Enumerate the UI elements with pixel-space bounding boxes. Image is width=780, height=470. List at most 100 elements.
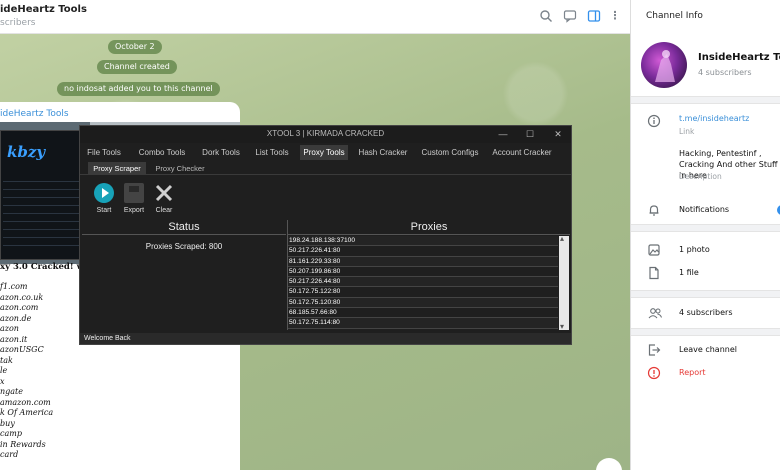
thumbnail-row (3, 183, 89, 190)
chat-subtitle: scribers (0, 18, 36, 28)
date-pill: October 2 (108, 40, 162, 54)
scroll-down-button[interactable] (596, 458, 622, 470)
save-icon (124, 183, 144, 203)
message-line: le (0, 366, 8, 375)
xtool-tabs: File Tools Combo Tools Dork Tools List T… (80, 145, 571, 160)
service-message-added: no indosat added you to this channel (57, 82, 220, 96)
image-logo: kbzy (7, 143, 46, 161)
proxies-scraped-count: Proxies Scraped: 800 (145, 242, 223, 251)
message-line: buy (0, 418, 15, 428)
thumbnail-row (3, 207, 89, 214)
maximize-button[interactable]: ☐ (523, 128, 537, 141)
more-icon[interactable]: ⋮ (608, 9, 622, 23)
thumbnail-row (3, 231, 89, 238)
tab-account-cracker[interactable]: Account Cracker (490, 145, 554, 160)
minimize-button[interactable]: — (496, 128, 510, 141)
thumbnail-row (3, 239, 89, 246)
message-line: ngate (0, 387, 23, 396)
clear-button[interactable]: Clear (150, 183, 178, 217)
link-label: Link (679, 127, 695, 136)
message-line: card (0, 450, 19, 459)
channel-avatar[interactable] (641, 42, 687, 88)
message-line: x (0, 376, 5, 386)
channel-info-panel: Channel Info InsideHeartz Tools 4 subscr… (630, 0, 780, 470)
report-button[interactable]: Report (679, 368, 706, 377)
report-icon (647, 366, 661, 383)
comments-icon[interactable] (563, 9, 577, 23)
proxy-row[interactable]: 68.185.57.66:80 (288, 308, 558, 319)
proxy-row[interactable]: 81.161.229.33:80 (288, 256, 558, 267)
status-panel: Status Proxies Scraped: 800 (82, 220, 286, 330)
leave-channel-button[interactable]: Leave channel (679, 345, 737, 354)
proxies-scrollbar[interactable] (559, 234, 569, 331)
xtool-titlebar[interactable]: XTOOL 3 | KIRMADA CRACKED — ☐ ✕ (80, 126, 571, 143)
message-line: tak (0, 355, 13, 365)
thumbnail-row (3, 215, 89, 222)
divider (631, 96, 780, 104)
message-author[interactable]: ideHeartz Tools (0, 109, 69, 119)
proxy-row[interactable]: 50.172.75.114:80 (288, 318, 558, 329)
message-line: k Of America (0, 408, 54, 417)
start-button[interactable]: Start (90, 183, 118, 217)
message-line: camp (0, 429, 22, 438)
photos-count[interactable]: 1 photo (679, 245, 710, 254)
proxy-row[interactable]: 50.217.226.41:80 (288, 246, 558, 257)
leave-icon (647, 343, 661, 360)
notifications-label[interactable]: Notifications (679, 205, 729, 214)
subtab-proxy-checker[interactable]: Proxy Checker (150, 162, 210, 175)
channel-name: InsideHeartz Tools (698, 52, 780, 63)
channel-subscriber-count: 4 subscribers (698, 68, 752, 77)
channel-link[interactable]: t.me/insideheartz (679, 114, 749, 123)
proxies-header: Proxies (288, 220, 570, 235)
files-count[interactable]: 1 file (679, 268, 699, 277)
clear-x-icon (154, 183, 174, 203)
message-line: azonUSGC (0, 345, 44, 354)
xtool-window[interactable]: XTOOL 3 | KIRMADA CRACKED — ☐ ✕ File Too… (79, 125, 572, 345)
divider (631, 290, 780, 298)
subscribers-count[interactable]: 4 subscribers (679, 308, 732, 317)
info-icon (647, 114, 661, 131)
message-line: amazon.com (0, 397, 51, 407)
channel-info-title: Channel Info (646, 11, 703, 21)
proxy-row[interactable]: 50.172.75.122:80 (288, 287, 558, 298)
xtool-subtabs: Proxy Scraper Proxy Checker (80, 161, 571, 175)
proxy-row[interactable]: 50.217.226.44:80 (288, 277, 558, 288)
description-label: Description (679, 172, 722, 181)
export-button[interactable]: Export (120, 183, 148, 217)
thumbnail-row (3, 223, 89, 230)
divider (631, 224, 780, 232)
tab-custom-configs[interactable]: Custom Configs (420, 145, 480, 160)
search-icon[interactable] (539, 9, 553, 23)
chat-title[interactable]: ideHeartz Tools (0, 4, 87, 15)
chat-header[interactable]: ideHeartz Tools scribers ⋮ (0, 0, 630, 34)
file-icon (647, 266, 661, 283)
proxies-list[interactable]: 198.24.188.138:37100 50.217.226.41:80 81.1… (288, 236, 558, 330)
tab-combo-tools[interactable]: Combo Tools (136, 145, 188, 160)
thumbnail-row (3, 175, 89, 182)
close-button[interactable]: ✕ (551, 128, 565, 141)
thumbnail-row (3, 199, 89, 206)
tab-hash-cracker[interactable]: Hash Cracker (356, 145, 410, 160)
proxies-panel: Proxies 198.24.188.138:37100 50.217.226.4… (287, 220, 570, 331)
tab-file-tools[interactable]: File Tools (84, 145, 124, 160)
clear-label: Clear (155, 207, 173, 214)
proxy-row[interactable]: 50.172.75.120:80 (288, 297, 558, 309)
play-icon (94, 183, 114, 203)
message-line: in Rewards (0, 439, 46, 449)
photo-icon (647, 243, 661, 260)
divider (631, 328, 780, 336)
bell-icon (647, 203, 661, 220)
subtab-proxy-scraper[interactable]: Proxy Scraper (88, 162, 146, 175)
tab-dork-tools[interactable]: Dork Tools (198, 145, 244, 160)
members-icon (647, 306, 662, 323)
screenshot-thumbnail: kbzy (0, 130, 90, 260)
proxy-row[interactable]: 198.24.188.138:37100 (288, 236, 558, 247)
sidebar-toggle-icon[interactable] (587, 9, 601, 23)
tab-list-tools[interactable]: List Tools (252, 145, 292, 160)
service-message-created: Channel created (97, 60, 177, 74)
tab-proxy-tools[interactable]: Proxy Tools (300, 145, 348, 160)
xtool-statusbar: Welcome Back (80, 333, 571, 344)
proxy-row[interactable]: 50.207.199.86:80 (288, 267, 558, 278)
status-header: Status (82, 220, 286, 235)
thumbnail-row (3, 191, 89, 198)
